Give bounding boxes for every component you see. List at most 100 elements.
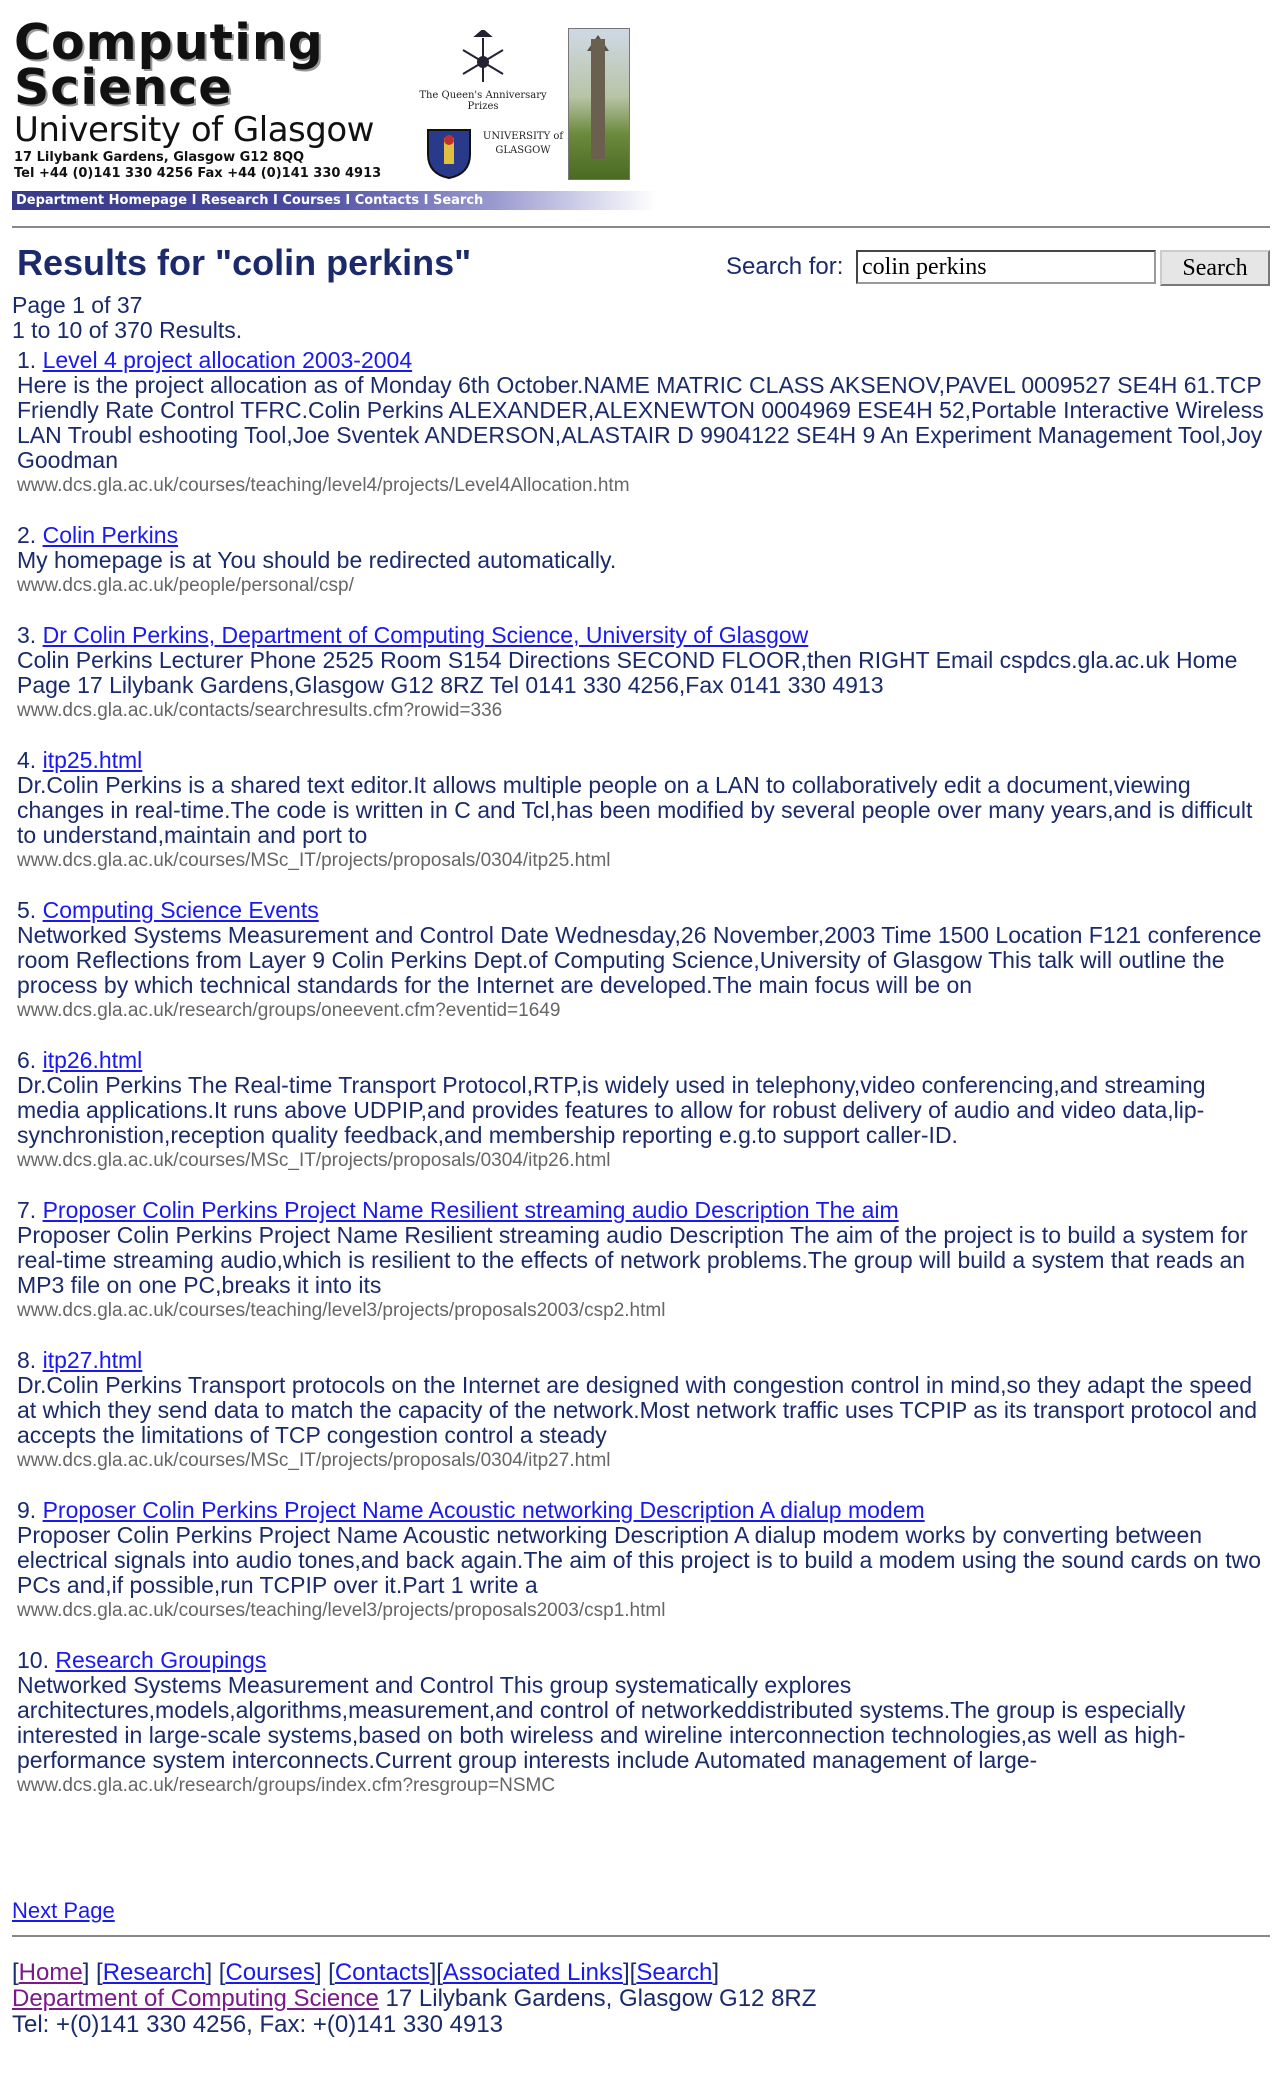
- result-number: 7.: [17, 1197, 37, 1223]
- footer-link-research[interactable]: Research: [103, 1959, 206, 1986]
- site-header: Computing Science University of Glasgow …: [0, 0, 1280, 220]
- paging-info: Page 1 of 37 1 to 10 of 370 Results.: [12, 293, 242, 343]
- university-crest-icon: [427, 129, 471, 180]
- logo-line-science: Science: [14, 59, 233, 116]
- result-number: 9.: [17, 1497, 37, 1523]
- result-url: www.dcs.gla.ac.uk/courses/MSc_IT/project…: [17, 850, 611, 871]
- crest-university-text: UNIVERSITY of GLASGOW: [482, 131, 564, 156]
- result-snippet: Dr.Colin Perkins Transport protocols on …: [17, 1372, 1258, 1448]
- result-url: www.dcs.gla.ac.uk/courses/teaching/level…: [17, 1300, 666, 1321]
- footer-nav: [Home] [Research] [Courses] [Contacts][A…: [12, 1959, 720, 1986]
- anniversary-prize-text: The Queen's Anniversary Prizes: [419, 90, 547, 112]
- result-number: 4.: [17, 747, 37, 773]
- result-url: www.dcs.gla.ac.uk/courses/MSc_IT/project…: [17, 1150, 611, 1171]
- footer-link-search[interactable]: Search: [636, 1959, 712, 1986]
- result-title-link[interactable]: Computing Science Events: [43, 897, 319, 923]
- result-heading: 7. Proposer Colin Perkins Project Name R…: [17, 1198, 1272, 1223]
- header-address: 17 Lilybank Gardens, Glasgow G12 8QQ Tel…: [14, 150, 381, 182]
- search-result: 8. itp27.html Dr.Colin Perkins Transport …: [17, 1348, 1272, 1473]
- footer-link-contacts[interactable]: Contacts: [335, 1959, 430, 1986]
- result-title-link[interactable]: Research Groupings: [55, 1647, 266, 1673]
- footer-department: Department of Computing Science 17 Lilyb…: [12, 1986, 816, 2012]
- footer-phone: Tel: +(0)141 330 4256, Fax: +(0)141 330 …: [12, 2011, 504, 2038]
- result-heading: 1. Level 4 project allocation 2003-2004: [17, 348, 1272, 373]
- site-logo-title[interactable]: Computing Science: [14, 18, 324, 116]
- search-result: 1. Level 4 project allocation 2003-2004 H…: [17, 348, 1272, 498]
- result-number: 3.: [17, 622, 37, 648]
- header-nav-bar: Department Homepage I Research I Courses…: [12, 191, 656, 210]
- result-title-link[interactable]: Colin Perkins: [43, 522, 179, 548]
- result-snippet: Networked Systems Measurement and Contro…: [17, 1672, 1186, 1773]
- result-heading: 4. itp25.html: [17, 748, 1272, 773]
- result-url: www.dcs.gla.ac.uk/courses/teaching/level…: [17, 1600, 666, 1621]
- nav-department-homepage[interactable]: Department Homepage: [16, 193, 187, 208]
- result-number: 10.: [17, 1647, 49, 1673]
- search-result: 9. Proposer Colin Perkins Project Name A…: [17, 1498, 1272, 1623]
- nav-search[interactable]: Search: [433, 193, 483, 208]
- result-heading: 9. Proposer Colin Perkins Project Name A…: [17, 1498, 1272, 1523]
- result-heading: 3. Dr Colin Perkins, Department of Compu…: [17, 623, 1272, 648]
- result-heading: 10. Research Groupings: [17, 1648, 1272, 1673]
- result-title-link[interactable]: Proposer Colin Perkins Project Name Acou…: [43, 1497, 925, 1523]
- anniversary-prize-logo: The Queen's Anniversary Prizes UNIVERSIT…: [408, 28, 563, 185]
- header-divider: [12, 226, 1270, 228]
- result-snippet: Proposer Colin Perkins Project Name Resi…: [17, 1222, 1248, 1298]
- footer-address: 17 Lilybank Gardens, Glasgow G12 8RZ: [378, 1985, 817, 2012]
- results-list: 1. Level 4 project allocation 2003-2004 H…: [17, 348, 1272, 1798]
- result-snippet: Networked Systems Measurement and Contro…: [17, 922, 1262, 998]
- footer-dept-link[interactable]: Department of Computing Science: [12, 1985, 379, 2012]
- result-number: 8.: [17, 1347, 37, 1373]
- next-page-link[interactable]: Next Page: [12, 1898, 115, 1924]
- result-url: www.dcs.gla.ac.uk/courses/MSc_IT/project…: [17, 1450, 611, 1471]
- footer-link-associated[interactable]: Associated Links: [443, 1959, 623, 1986]
- university-tower-image: [568, 28, 630, 180]
- search-result: 3. Dr Colin Perkins, Department of Compu…: [17, 623, 1272, 723]
- search-result: 2. Colin Perkins My homepage is at You sh…: [17, 523, 1272, 598]
- page-title: Results for "colin perkins": [17, 242, 472, 283]
- result-snippet: Dr.Colin Perkins The Real-time Transport…: [17, 1072, 1206, 1148]
- results-range-text: 1 to 10 of 370 Results.: [12, 317, 243, 343]
- result-number: 6.: [17, 1047, 37, 1073]
- search-result: 7. Proposer Colin Perkins Project Name R…: [17, 1198, 1272, 1323]
- nav-research[interactable]: Research: [201, 193, 269, 208]
- result-title-link[interactable]: Dr Colin Perkins, Department of Computin…: [43, 622, 809, 648]
- result-title-link[interactable]: itp26.html: [43, 1047, 143, 1073]
- result-snippet: My homepage is at You should be redirect…: [17, 547, 617, 573]
- result-title-link[interactable]: Proposer Colin Perkins Project Name Resi…: [43, 1197, 899, 1223]
- page-number-text: Page 1 of 37: [12, 292, 143, 318]
- result-snippet: Proposer Colin Perkins Project Name Acou…: [17, 1522, 1261, 1598]
- result-number: 5.: [17, 897, 37, 923]
- footer-link-courses[interactable]: Courses: [225, 1959, 314, 1986]
- result-number: 1.: [17, 347, 37, 373]
- search-result: 4. itp25.html Dr.Colin Perkins is a share…: [17, 748, 1272, 873]
- result-heading: 2. Colin Perkins: [17, 523, 1272, 548]
- search-result: 5. Computing Science Events Networked Sys…: [17, 898, 1272, 1023]
- header-address-line: 17 Lilybank Gardens, Glasgow G12 8QQ: [14, 150, 305, 165]
- search-input[interactable]: [856, 250, 1156, 284]
- search-result: 10. Research Groupings Networked Systems …: [17, 1648, 1272, 1798]
- result-heading: 5. Computing Science Events: [17, 898, 1272, 923]
- result-url: www.dcs.gla.ac.uk/people/personal/csp/: [17, 575, 354, 596]
- result-url: www.dcs.gla.ac.uk/research/groups/oneeve…: [17, 1000, 561, 1021]
- result-number: 2.: [17, 522, 37, 548]
- tower-body: [591, 39, 605, 159]
- footer-link-home[interactable]: Home: [19, 1959, 83, 1986]
- prize-emblem-icon: [462, 28, 504, 82]
- result-title-link[interactable]: itp27.html: [43, 1347, 143, 1373]
- search-button[interactable]: Search: [1160, 250, 1270, 286]
- result-heading: 8. itp27.html: [17, 1348, 1272, 1373]
- result-heading: 6. itp26.html: [17, 1048, 1272, 1073]
- result-snippet: Colin Perkins Lecturer Phone 2525 Room S…: [17, 647, 1238, 698]
- header-phone-line: Tel +44 (0)141 330 4256 Fax +44 (0)141 3…: [14, 166, 382, 181]
- result-url: www.dcs.gla.ac.uk/courses/teaching/level…: [17, 475, 630, 496]
- nav-contacts[interactable]: Contacts: [355, 193, 419, 208]
- result-url: www.dcs.gla.ac.uk/research/groups/index.…: [17, 1775, 556, 1796]
- result-snippet: Dr.Colin Perkins is a shared text editor…: [17, 772, 1253, 848]
- result-url: www.dcs.gla.ac.uk/contacts/searchresults…: [17, 700, 503, 721]
- search-result: 6. itp26.html Dr.Colin Perkins The Real-t…: [17, 1048, 1272, 1173]
- footer-divider: [12, 1935, 1270, 1937]
- result-title-link[interactable]: itp25.html: [43, 747, 143, 773]
- nav-courses[interactable]: Courses: [282, 193, 340, 208]
- result-title-link[interactable]: Level 4 project allocation 2003-2004: [43, 347, 413, 373]
- search-label: Search for:: [726, 253, 844, 280]
